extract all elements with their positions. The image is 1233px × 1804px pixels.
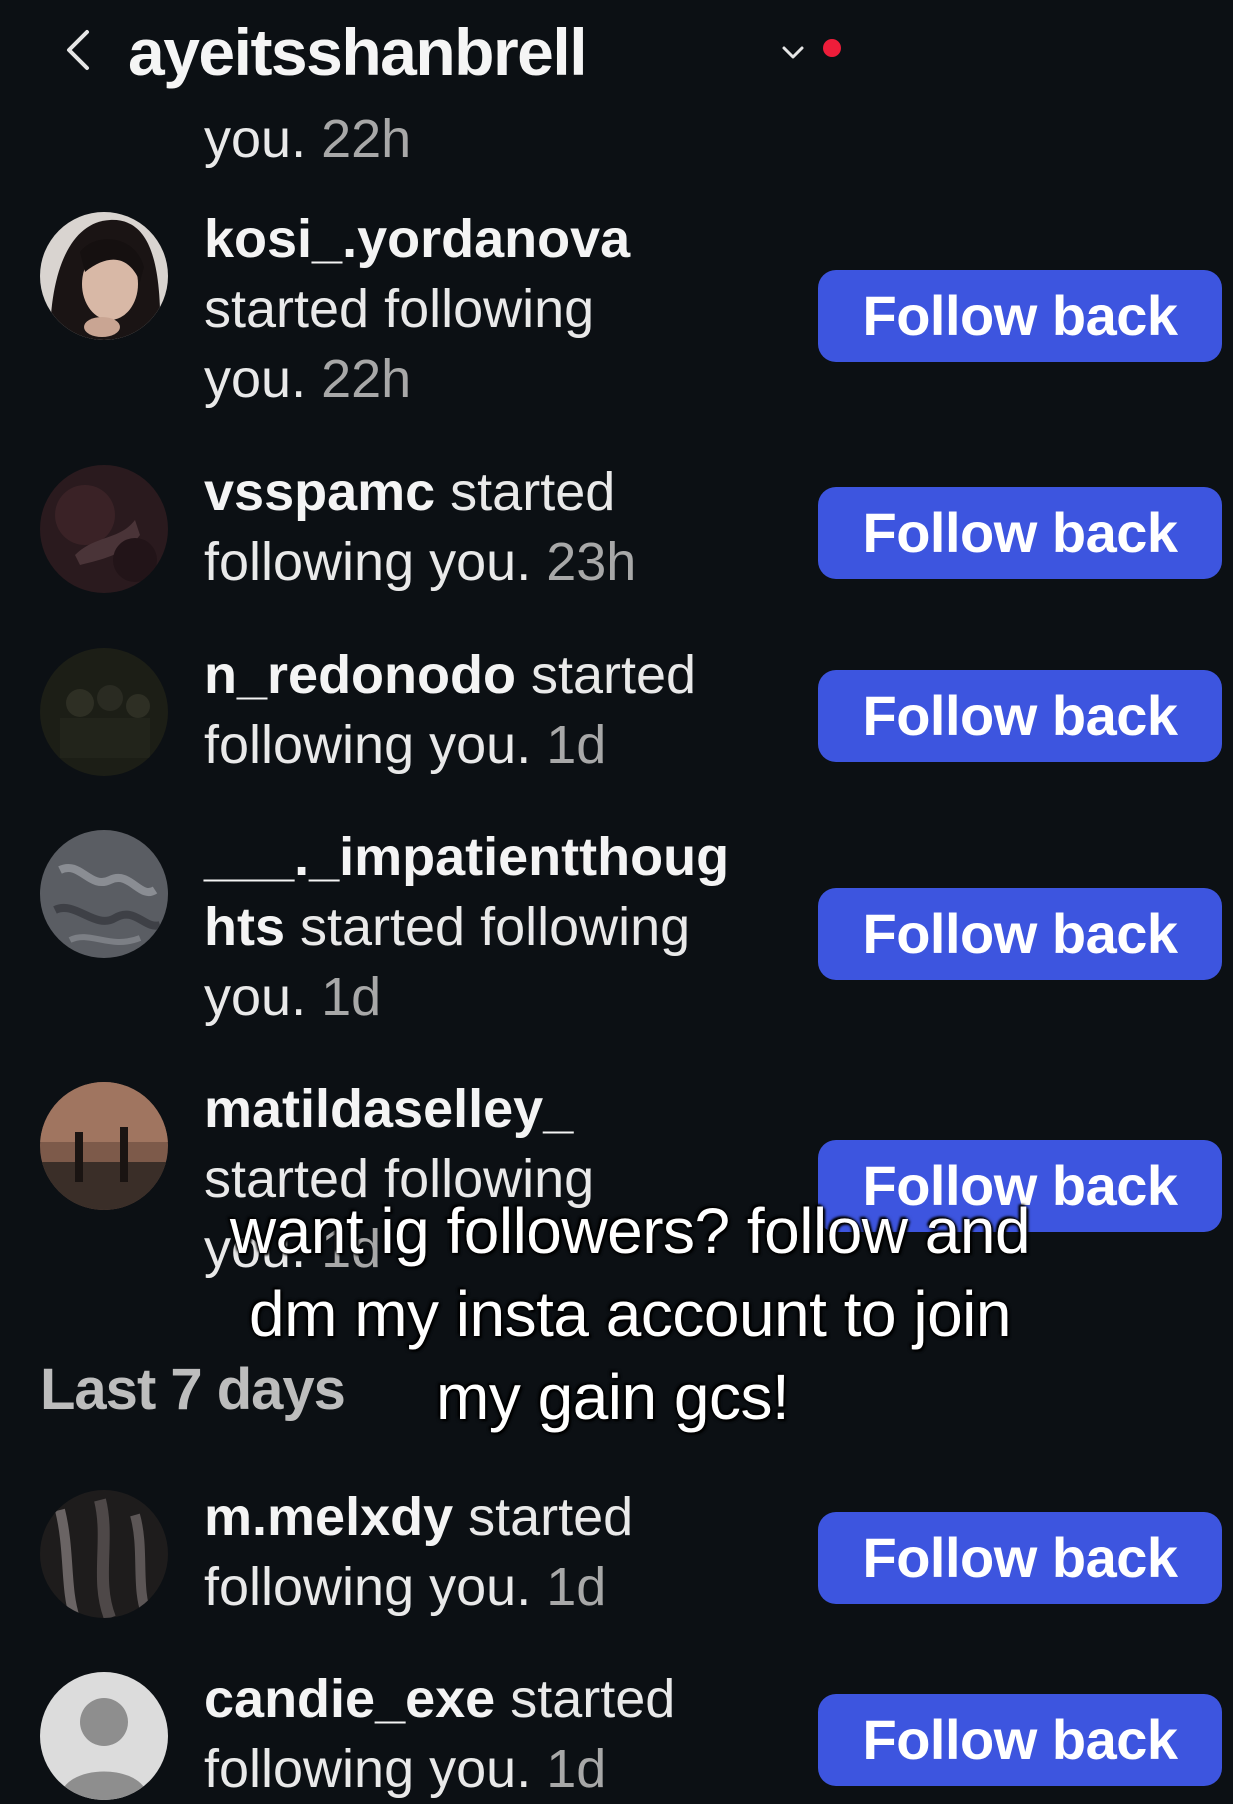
header: ayeitsshanbrell xyxy=(0,0,1233,105)
username-link[interactable]: kosi_.yordanova xyxy=(204,209,630,269)
notification-dot xyxy=(823,39,841,57)
follow-back-button[interactable]: Follow back xyxy=(818,888,1222,980)
notification-text: vsspamc started following you. 23h xyxy=(204,462,637,592)
avatar[interactable] xyxy=(40,1082,168,1210)
avatar[interactable] xyxy=(40,212,168,340)
notification-text: kosi_.yordanova started following you. 2… xyxy=(204,209,631,409)
account-title[interactable]: ayeitsshanbrell xyxy=(128,14,588,90)
avatar[interactable] xyxy=(40,1490,168,1618)
follow-back-button[interactable]: Follow back xyxy=(818,1694,1222,1786)
notification-text: m.melxdy started following you. 1d xyxy=(204,1487,634,1617)
follow-back-button[interactable]: Follow back xyxy=(818,1512,1222,1604)
notification-text: n_redonodo started following you. 1d xyxy=(204,645,697,775)
follow-back-button[interactable]: Follow back xyxy=(818,270,1222,362)
follow-back-button[interactable]: Follow back xyxy=(818,487,1222,579)
follow-back-button[interactable]: Follow back xyxy=(818,670,1222,762)
avatar[interactable] xyxy=(40,1672,168,1800)
username-link[interactable]: matildaselley_ xyxy=(204,1079,573,1139)
notification-text: ___._impatientthoug hts started followin… xyxy=(204,827,730,1027)
video-caption-overlay: want ig followers? follow and dm my inst… xyxy=(229,1195,1031,1433)
username-link[interactable]: candie_exe xyxy=(204,1669,495,1729)
username-link[interactable]: vsspamc xyxy=(204,462,435,522)
notification-text: candie_exe started following you. 1d xyxy=(204,1669,676,1799)
username-link[interactable]: n_redonodo xyxy=(204,645,516,705)
avatar[interactable] xyxy=(40,648,168,776)
avatar[interactable] xyxy=(40,830,168,958)
back-arrow-icon[interactable] xyxy=(55,26,103,74)
previous-notification-tail: you. 22h xyxy=(204,109,412,169)
avatar[interactable] xyxy=(40,465,168,593)
chevron-down-icon[interactable] xyxy=(778,38,808,68)
username-link[interactable]: m.melxdy xyxy=(204,1487,453,1547)
username-link[interactable]: ___._impatientthoug xyxy=(204,827,729,887)
